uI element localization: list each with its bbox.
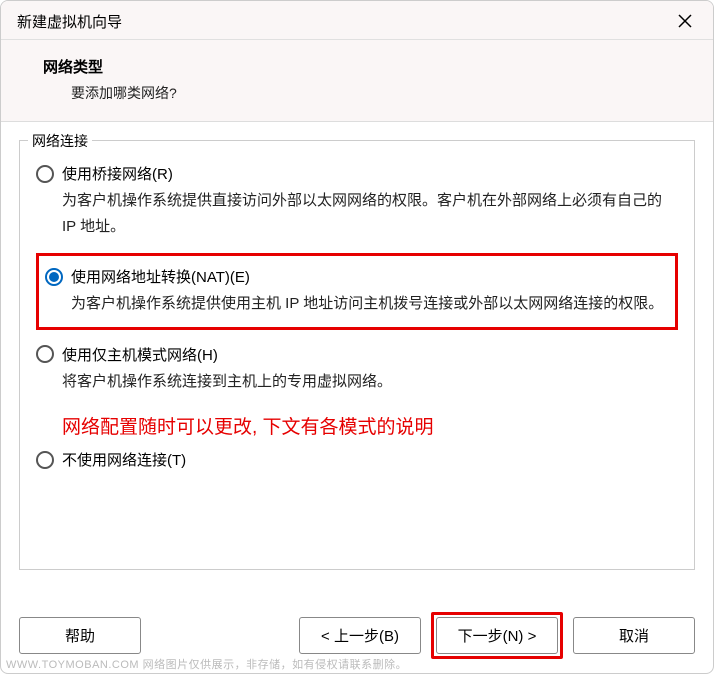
content-area: 网络连接 使用桥接网络(R) 为客户机操作系统提供直接访问外部以太网网络的权限。…: [1, 122, 713, 602]
radio-bridged[interactable]: [36, 165, 54, 183]
option-none: 不使用网络连接(T): [36, 449, 678, 470]
radio-row-hostonly[interactable]: 使用仅主机模式网络(H): [36, 344, 678, 365]
radio-row-none[interactable]: 不使用网络连接(T): [36, 449, 678, 470]
highlight-next: 下一步(N) >: [431, 612, 563, 659]
page-subtitle: 要添加哪类网络?: [71, 83, 693, 103]
desc-nat: 为客户机操作系统提供使用主机 IP 地址访问主机拨号连接或外部以太网网络连接的权…: [71, 291, 667, 317]
radio-hostonly[interactable]: [36, 345, 54, 363]
help-button[interactable]: 帮助: [19, 617, 141, 654]
network-fieldset: 网络连接 使用桥接网络(R) 为客户机操作系统提供直接访问外部以太网网络的权限。…: [19, 140, 695, 570]
radio-label-nat[interactable]: 使用网络地址转换(NAT)(E): [71, 266, 250, 287]
close-icon: [678, 14, 692, 28]
wizard-header: 网络类型 要添加哪类网络?: [1, 40, 713, 122]
footer-right: < 上一步(B) 下一步(N) > 取消: [299, 612, 695, 659]
radio-none[interactable]: [36, 451, 54, 469]
desc-hostonly: 将客户机操作系统连接到主机上的专用虚拟网络。: [62, 369, 678, 395]
radio-label-hostonly[interactable]: 使用仅主机模式网络(H): [62, 344, 218, 365]
desc-bridged: 为客户机操作系统提供直接访问外部以太网网络的权限。客户机在外部网络上必须有自己的…: [62, 188, 678, 239]
titlebar: 新建虚拟机向导: [1, 1, 713, 40]
radio-label-bridged[interactable]: 使用桥接网络(R): [62, 163, 173, 184]
radio-nat[interactable]: [45, 268, 63, 286]
radio-row-nat[interactable]: 使用网络地址转换(NAT)(E): [45, 266, 667, 287]
next-button[interactable]: 下一步(N) >: [436, 617, 558, 654]
highlight-nat: 使用网络地址转换(NAT)(E) 为客户机操作系统提供使用主机 IP 地址访问主…: [36, 253, 678, 330]
back-button[interactable]: < 上一步(B): [299, 617, 421, 654]
radio-label-none[interactable]: 不使用网络连接(T): [62, 449, 186, 470]
cancel-button[interactable]: 取消: [573, 617, 695, 654]
footer-left: 帮助: [19, 617, 141, 654]
radio-row-bridged[interactable]: 使用桥接网络(R): [36, 163, 678, 184]
close-button[interactable]: [673, 9, 697, 33]
option-nat: 使用网络地址转换(NAT)(E) 为客户机操作系统提供使用主机 IP 地址访问主…: [45, 266, 667, 317]
window-title: 新建虚拟机向导: [17, 11, 122, 32]
fieldset-legend: 网络连接: [28, 131, 92, 151]
watermark: WWW.TOYMOBAN.COM 网络图片仅供展示，非存储，如有侵权请联系删除。: [6, 656, 407, 672]
option-hostonly: 使用仅主机模式网络(H) 将客户机操作系统连接到主机上的专用虚拟网络。: [36, 344, 678, 395]
page-title: 网络类型: [43, 56, 693, 77]
option-bridged: 使用桥接网络(R) 为客户机操作系统提供直接访问外部以太网网络的权限。客户机在外…: [36, 163, 678, 239]
annotation-text: 网络配置随时可以更改, 下文有各模式的说明: [62, 412, 678, 439]
wizard-window: 新建虚拟机向导 网络类型 要添加哪类网络? 网络连接 使用桥接网络(R) 为客户…: [0, 0, 714, 674]
